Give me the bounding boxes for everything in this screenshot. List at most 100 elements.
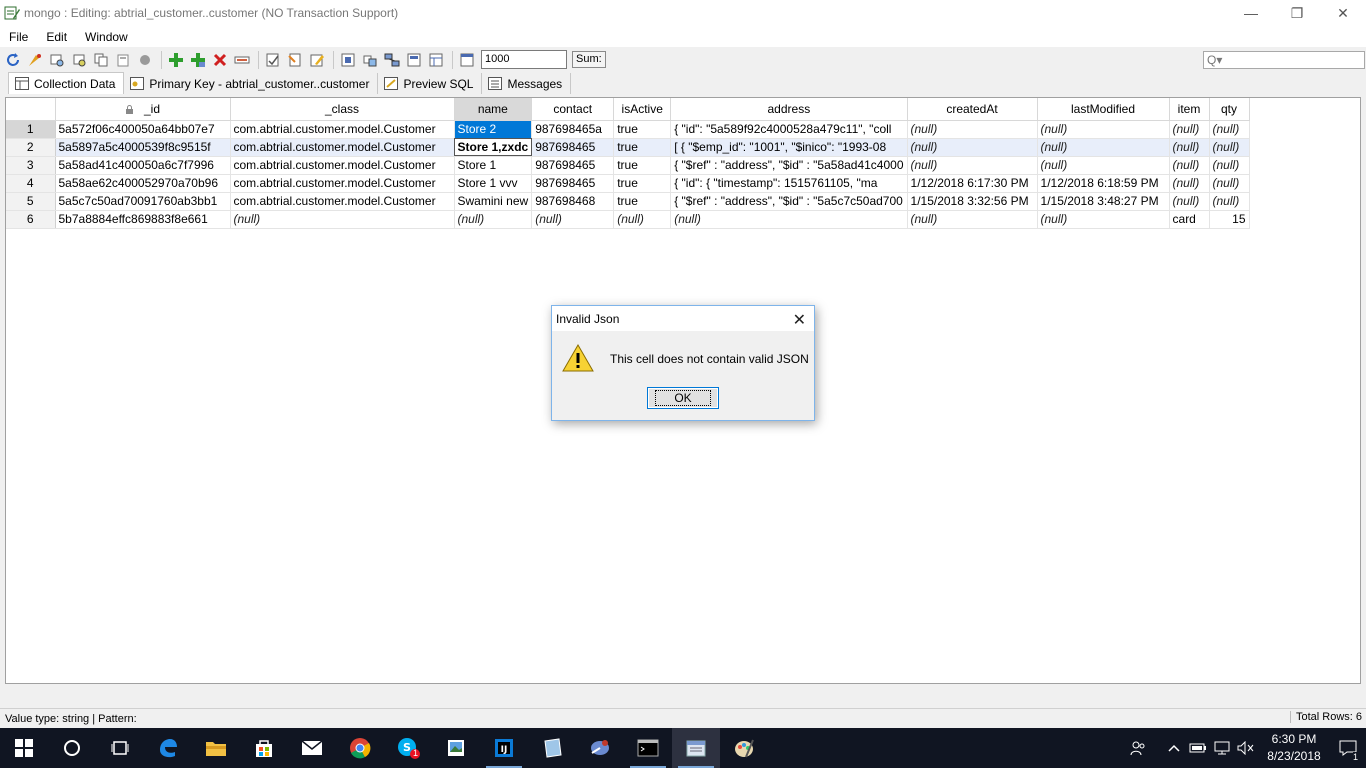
auto-refresh-icon[interactable] [25,50,44,69]
column-header-class[interactable]: _class [230,98,455,121]
table-cell[interactable]: (null) [1209,192,1250,211]
table-cell[interactable]: { "$ref" : "address", "$id" : "5a5c7c50a… [670,192,908,211]
paint-button[interactable] [720,728,768,768]
table-cell[interactable]: (null) [1209,138,1250,157]
table-cell[interactable]: (null) [1209,174,1250,193]
table-row[interactable]: 1 5a572f06c400050a64bb07e7 com.abtrial.cus… [6,120,1250,139]
table-row[interactable]: 6 5b7a8884effc869883f8e661 (null) (null) (nu… [6,210,1250,229]
intellij-button[interactable]: IJ [480,728,528,768]
column-header-contact[interactable]: contact [531,98,615,121]
table-row[interactable]: 3 5a58ad41c400050a6c7f7996 com.abtrial.cus… [6,156,1250,175]
volume-muted-icon[interactable] [1234,741,1258,755]
column-header-name[interactable]: name [454,98,533,121]
table-cell[interactable]: (null) [907,210,1038,229]
table-cell[interactable]: 5a5897a5c4000539f8c9515f [55,138,231,157]
table-cell[interactable]: card [1169,210,1210,229]
network-icon[interactable] [382,50,401,69]
table-cell[interactable]: (null) [1209,156,1250,175]
column-header-address[interactable]: address [670,98,908,121]
action-center-button[interactable]: 1 [1330,740,1366,762]
table-cell[interactable]: (null) [613,210,672,229]
column-header-createdat[interactable]: createdAt [907,98,1038,121]
table-cell[interactable]: com.abtrial.customer.model.Customer [230,120,455,139]
table-cell[interactable]: 5b7a8884effc869883f8e661 [55,210,231,229]
start-button[interactable] [0,728,48,768]
edit-cell-icon[interactable] [307,50,326,69]
notes-button[interactable] [528,728,576,768]
copy-icon[interactable] [91,50,110,69]
duplicate-row-icon[interactable] [188,50,207,69]
record-nav-icon[interactable] [360,50,379,69]
table-cell[interactable]: (null) [454,210,533,229]
table-row[interactable]: 4 5a58ae62c400052970a70b96 com.abtrial.cus… [6,174,1250,193]
menu-edit[interactable]: Edit [37,30,76,44]
tab-primary-key[interactable]: Primary Key - abtrial_customer..customer [124,73,379,94]
delete-row-icon[interactable] [210,50,229,69]
table-cell[interactable]: Store 1 [454,156,533,175]
tab-messages[interactable]: Messages [482,73,572,94]
table-cell[interactable]: (null) [907,156,1038,175]
table-cell[interactable]: (null) [1209,120,1250,139]
table-cell[interactable]: com.abtrial.customer.model.Customer [230,174,455,193]
table-cell[interactable]: 5a58ad41c400050a6c7f7996 [55,156,231,175]
table-cell[interactable]: { "id": { "timestamp": 1515761105, "ma [670,174,908,193]
table-cell[interactable]: com.abtrial.customer.model.Customer [230,156,455,175]
table-cell[interactable]: (null) [1037,120,1170,139]
battery-icon[interactable] [1186,742,1210,754]
table-cell[interactable]: (null) [531,210,615,229]
column-header-isactive[interactable]: isActive [613,98,672,121]
paste-icon[interactable] [113,50,132,69]
add-row-icon[interactable] [166,50,185,69]
table-cell[interactable]: 987698465 [531,156,615,175]
table-cell[interactable]: Store 1 vvv [454,174,533,193]
table-cell[interactable]: (null) [907,120,1038,139]
table-cell[interactable]: (null) [907,138,1038,157]
table-cell[interactable]: 1/15/2018 3:32:56 PM [907,192,1038,211]
table-cell[interactable]: { "$ref" : "address", "$id" : "5a58ad41c… [670,156,908,175]
max-rows-input[interactable]: 1000 [481,50,567,69]
table-cell[interactable]: 987698468 [531,192,615,211]
restore-button[interactable]: ❐ [1274,0,1320,26]
table-row[interactable]: 5 5a5c7c50ad70091760ab3bb1 com.abtrial.cus… [6,192,1250,211]
chevron-up-icon[interactable] [1162,744,1186,752]
tab-preview-sql[interactable]: Preview SQL [378,73,483,94]
skype-button[interactable]: S 1 [384,728,432,768]
minimize-button[interactable]: — [1228,0,1274,26]
table-cell[interactable]: true [613,156,672,175]
table-cell[interactable]: Store 2 [454,120,533,139]
table-cell[interactable]: 5a58ae62c400052970a70b96 [55,174,231,193]
table-cell[interactable]: 987698465 [531,138,615,157]
table-cell[interactable]: { "id": "5a589f92c4000528a479c11", "coll [670,120,908,139]
table-cell[interactable]: true [613,192,672,211]
people-icon[interactable] [1126,740,1150,756]
table-cell[interactable]: true [613,174,672,193]
table-cell[interactable]: (null) [1037,138,1170,157]
taskbar-clock[interactable]: 6:30 PM 8/23/2018 [1258,731,1330,765]
database-tool-button[interactable] [576,728,624,768]
column-header-item[interactable]: item [1169,98,1210,121]
table-row[interactable]: 2 5a5897a5c4000539f8c9515f com.abtrial.cus… [6,138,1250,157]
close-button[interactable]: ✕ [1320,0,1366,26]
chrome-button[interactable] [336,728,384,768]
first-record-icon[interactable] [338,50,357,69]
mongo-editor-button[interactable] [672,728,720,768]
tab-collection-data[interactable]: Collection Data [8,72,125,94]
terminal-button[interactable] [624,728,672,768]
image-viewer-button[interactable] [432,728,480,768]
table-cell[interactable]: true [613,138,672,157]
table-cell[interactable]: 1/12/2018 6:18:59 PM [1037,174,1170,193]
ok-button[interactable]: OK [647,387,719,409]
stop-icon[interactable] [135,50,154,69]
table-cell[interactable]: 1/12/2018 6:17:30 PM [907,174,1038,193]
form-view-icon[interactable] [404,50,423,69]
table-cell[interactable]: (null) [1037,156,1170,175]
edit-row-icon[interactable] [232,50,251,69]
grid-view-icon[interactable] [426,50,445,69]
store-button[interactable] [240,728,288,768]
table-cell[interactable]: (null) [1169,138,1210,157]
filter-icon[interactable] [47,50,66,69]
menu-window[interactable]: Window [76,30,137,44]
dialog-close-icon[interactable]: ✕ [793,310,806,330]
table-cell[interactable]: (null) [1169,192,1210,211]
table-cell[interactable]: com.abtrial.customer.model.Customer [230,192,455,211]
